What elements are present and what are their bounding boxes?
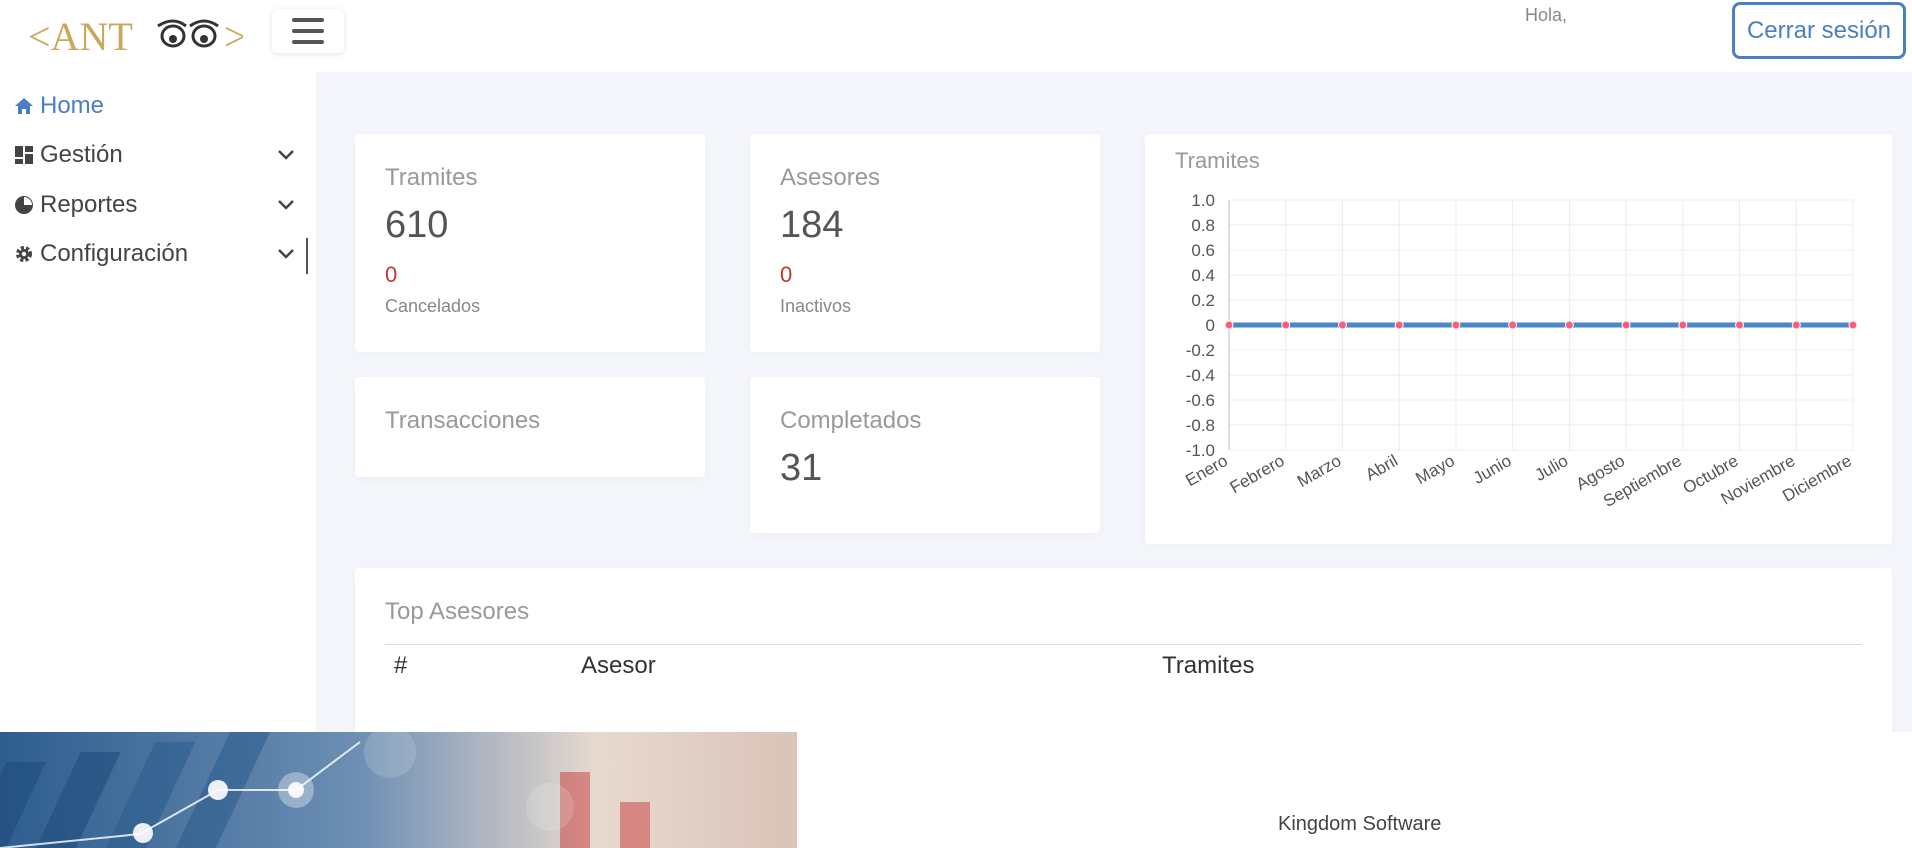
logout-button[interactable]: Cerrar sesión: [1732, 2, 1906, 59]
data-point: [1224, 320, 1234, 330]
cancelled-label: Cancelados: [385, 296, 481, 316]
tramites-line-chart: 1.00.80.60.40.20-0.2-0.4-0.6-0.8-1.0Ener…: [1182, 191, 1858, 511]
hamburger-bar: [292, 18, 324, 22]
data-point: [1337, 320, 1347, 330]
card-title: Transacciones: [385, 407, 541, 434]
top-header: <ANT > Hola, Cerrar sesión: [0, 0, 1912, 72]
data-point: [1678, 320, 1688, 330]
y-tick-label: 1.0: [1191, 191, 1215, 210]
card-title: Asesores: [780, 164, 881, 191]
main-content: Tramites 610 0 Cancelados Asesores 184 0…: [316, 72, 1912, 748]
x-tick-label: Abril: [1362, 451, 1401, 484]
chart-icon: [12, 195, 36, 215]
svg-text:<ANT: <ANT: [28, 14, 133, 56]
data-point: [1564, 320, 1574, 330]
card-value: 31: [780, 447, 823, 489]
inactive-label: Inactivos: [780, 296, 852, 316]
x-tick-label: Marzo: [1294, 451, 1344, 491]
inactive-count: 0: [780, 262, 793, 287]
x-tick-label: Mayo: [1412, 451, 1458, 488]
sidebar-item-label: Configuración: [40, 240, 189, 267]
column-header-asesor[interactable]: Asesor: [581, 652, 656, 680]
finance-banner-image: [0, 732, 797, 848]
ant-logo[interactable]: <ANT >: [28, 8, 243, 56]
footer-text: Kingdom Software: [1278, 813, 1442, 835]
card-title: Tramites: [385, 164, 478, 191]
text-cursor: [306, 238, 308, 274]
y-tick-label: -0.2: [1186, 341, 1215, 360]
dashboard-icon: [12, 145, 36, 165]
sidebar-item-configuracion[interactable]: Configuración: [12, 234, 310, 274]
cancelled-count: 0: [385, 262, 398, 287]
sidebar: Home Gestión Reportes Configuración: [0, 72, 316, 732]
y-tick-label: -0.8: [1186, 416, 1215, 435]
y-tick-label: -0.4: [1186, 366, 1215, 385]
sidebar-item-label: Reportes: [40, 191, 138, 218]
completados-card: Completados 31: [750, 377, 1100, 533]
data-point: [1451, 320, 1461, 330]
user-greeting: Hola,: [1525, 5, 1568, 25]
x-tick-label: Febrero: [1227, 451, 1288, 497]
x-tick-label: Junio: [1470, 451, 1515, 488]
gear-icon: [12, 244, 36, 264]
data-point: [1394, 320, 1404, 330]
data-point: [1848, 320, 1858, 330]
sidebar-item-gestion[interactable]: Gestión: [12, 135, 310, 175]
data-point: [1621, 320, 1631, 330]
tramites-chart-card: Tramites 1.0 0.8 0.6 0.4 0.2 0 -0.2 -0.4 -0.6 -0.…: [1145, 134, 1892, 544]
chevron-down-icon: [278, 200, 294, 210]
footer: Kingdom Software: [0, 732, 1912, 848]
data-point: [1508, 320, 1518, 330]
tramites-card: Tramites 610 0 Cancelados: [355, 134, 705, 352]
sidebar-item-reportes[interactable]: Reportes: [12, 185, 310, 225]
chevron-down-icon: [278, 150, 294, 160]
y-tick-label: 0.2: [1191, 291, 1215, 310]
svg-text:>: >: [224, 14, 243, 56]
card-title: Top Asesores: [385, 598, 530, 625]
card-title: Completados: [780, 407, 922, 434]
hamburger-bar: [292, 29, 324, 33]
chevron-down-icon: [278, 249, 294, 259]
data-point: [1281, 320, 1291, 330]
data-point: [1791, 320, 1801, 330]
y-tick-label: 0.4: [1191, 266, 1215, 285]
y-tick-label: 0.6: [1191, 241, 1215, 260]
table-divider: [385, 644, 1862, 645]
y-tick-label: 0: [1206, 316, 1215, 335]
asesores-card: Asesores 184 0 Inactivos: [750, 134, 1100, 352]
x-tick-label: Julio: [1532, 451, 1572, 485]
column-header-rank[interactable]: #: [394, 652, 407, 680]
card-value: 610: [385, 204, 449, 246]
column-header-tramites[interactable]: Tramites: [1162, 652, 1254, 680]
sidebar-item-label: Gestión: [40, 141, 123, 168]
hamburger-menu-button[interactable]: [272, 9, 344, 53]
y-tick-label: 0.8: [1191, 216, 1215, 235]
sidebar-item-label: Home: [40, 92, 105, 119]
sidebar-item-home[interactable]: Home: [12, 86, 310, 126]
card-value: 184: [780, 204, 844, 246]
top-asesores-card: Top Asesores # Asesor Tramites: [355, 568, 1892, 748]
transacciones-card: Transacciones: [355, 377, 705, 477]
data-point: [1735, 320, 1745, 330]
home-icon: [12, 96, 36, 116]
hamburger-bar: [292, 40, 324, 44]
y-tick-label: -0.6: [1186, 391, 1215, 410]
